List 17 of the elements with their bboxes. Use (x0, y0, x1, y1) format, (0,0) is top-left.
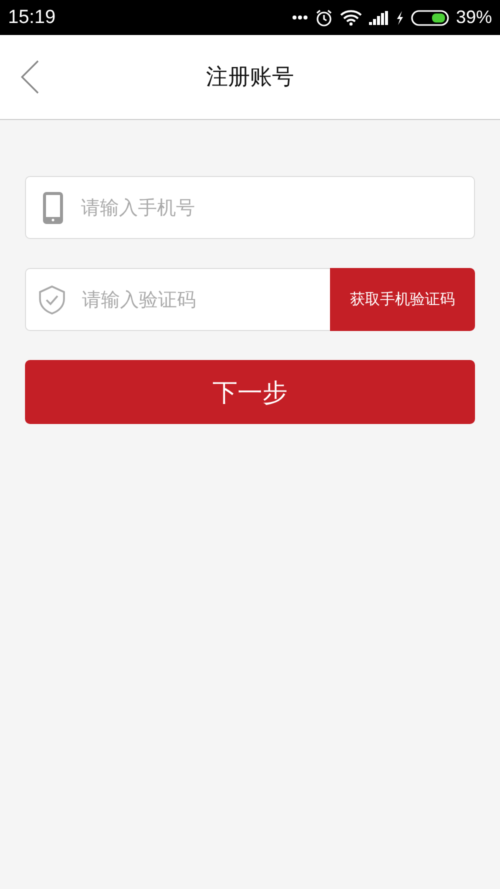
more-dots-icon (292, 15, 308, 20)
next-step-button[interactable]: 下一步 (25, 360, 475, 424)
wifi-icon (340, 10, 362, 26)
mobile-phone-icon (43, 192, 63, 224)
battery-icon (410, 10, 449, 26)
code-input-field[interactable]: 请输入验证码 (80, 288, 330, 312)
signal-icon (368, 10, 389, 24)
get-code-button[interactable]: 获取手机验证码 (330, 268, 475, 331)
charging-bolt-icon (396, 10, 404, 24)
alarm-clock-icon (314, 8, 333, 26)
page-title: 注册账号 (206, 64, 294, 92)
code-field[interactable]: 请输入验证码 (25, 268, 330, 331)
battery-percent: 39% (456, 7, 492, 28)
shield-check-icon (38, 284, 66, 314)
phone-input-field[interactable]: 请输入手机号 (79, 196, 474, 220)
phone-field[interactable]: 请输入手机号 (25, 176, 475, 239)
clock-time: 15:19 (8, 6, 56, 28)
